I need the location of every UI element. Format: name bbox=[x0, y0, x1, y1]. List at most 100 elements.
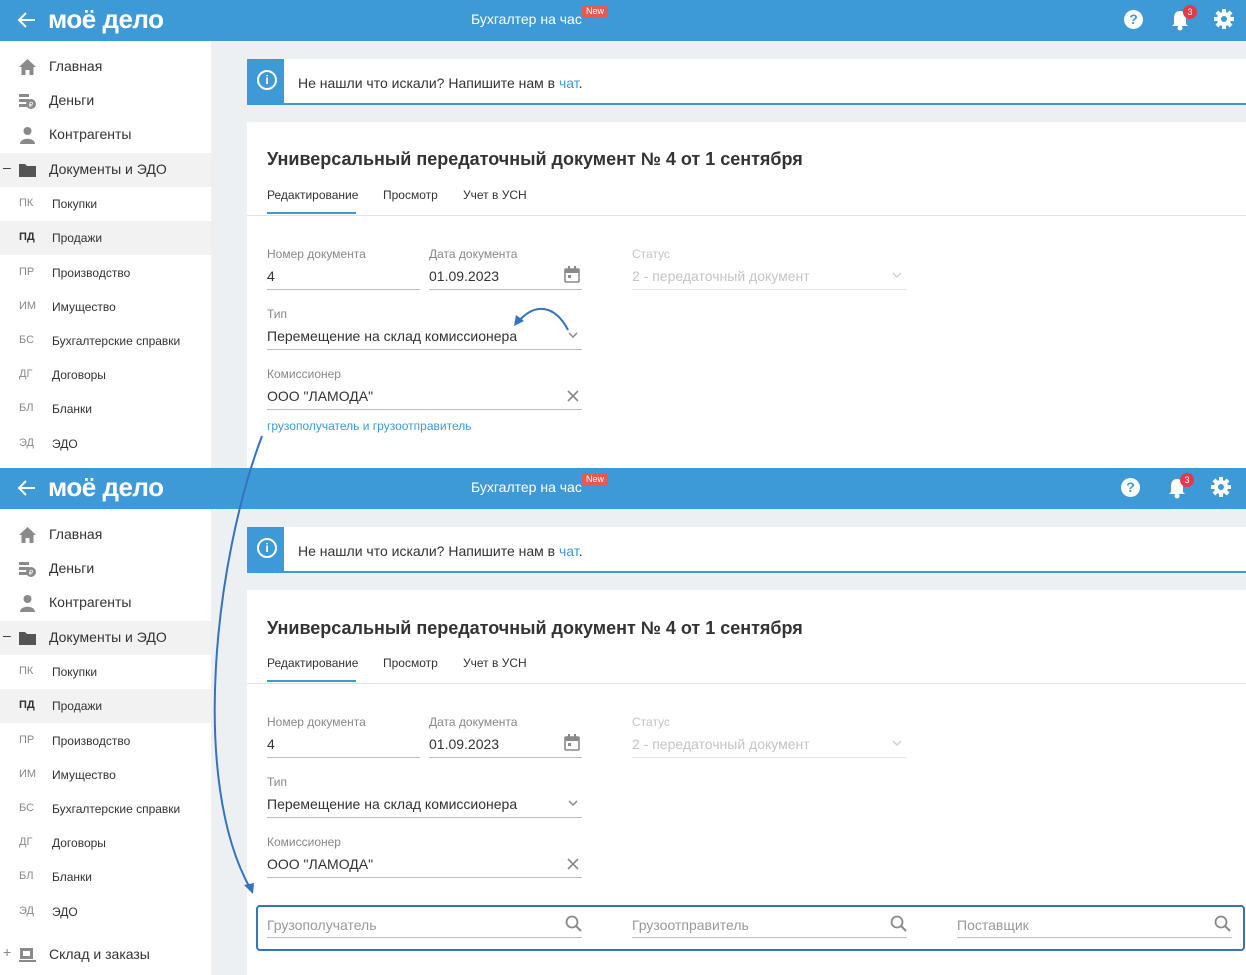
home-icon bbox=[19, 59, 36, 75]
chevron-down-icon[interactable] bbox=[568, 800, 578, 806]
notifications-badge: 3 bbox=[1180, 473, 1194, 487]
contractors-icon bbox=[20, 595, 35, 612]
status-underline bbox=[632, 757, 907, 758]
notifications-badge: 3 bbox=[1183, 5, 1197, 19]
info-underline bbox=[284, 571, 1246, 573]
chevron-down-icon bbox=[892, 272, 902, 278]
date-label: Дата документа bbox=[429, 715, 518, 729]
money-icon: ₽ bbox=[19, 562, 36, 577]
top-bar: моё дело Бухгалтер на час New ? 3 bbox=[0, 0, 1246, 41]
commissioner-label: Комиссионер bbox=[267, 835, 341, 849]
info-stripe: i bbox=[247, 527, 284, 573]
consignee-shipper-link[interactable]: грузополучатель и грузоотправитель bbox=[267, 419, 471, 433]
collapse-toggle[interactable]: – bbox=[3, 159, 11, 175]
number-input[interactable]: 4 bbox=[267, 736, 275, 752]
help-icon[interactable]: ? bbox=[1121, 478, 1140, 497]
number-underline bbox=[267, 757, 420, 758]
number-label: Номер документа bbox=[267, 715, 366, 729]
type-select[interactable]: Перемещение на склад комиссионера bbox=[267, 796, 517, 812]
back-arrow-icon[interactable] bbox=[15, 474, 39, 502]
type-label: Тип bbox=[267, 307, 288, 321]
sidebar-subitem-contracts[interactable]: ДГ Договоры bbox=[0, 358, 211, 392]
info-stripe: i bbox=[247, 59, 284, 105]
type-select[interactable]: Перемещение на склад комиссионера bbox=[267, 328, 517, 344]
type-underline bbox=[267, 817, 582, 818]
folder-icon bbox=[19, 164, 36, 177]
sidebar: Главная ₽ Деньги Контрагенты – Документы… bbox=[0, 41, 211, 468]
sidebar-item-home[interactable]: Главная bbox=[0, 518, 211, 552]
sidebar-subitem-purchases[interactable]: ПК Покупки bbox=[0, 655, 211, 689]
tab-edit[interactable]: Редактирование bbox=[267, 656, 358, 670]
sidebar-subitem-production[interactable]: ПР Производство bbox=[0, 256, 211, 290]
sidebar-subitem-forms[interactable]: БЛ Бланки bbox=[0, 392, 211, 426]
sidebar-item-home[interactable]: Главная bbox=[0, 50, 211, 84]
chat-link[interactable]: чат bbox=[559, 543, 579, 559]
sidebar-subitem-contracts[interactable]: ДГ Договоры bbox=[0, 826, 211, 860]
sidebar-item-contractors[interactable]: Контрагенты bbox=[0, 118, 211, 152]
money-icon: ₽ bbox=[19, 94, 36, 109]
chat-link[interactable]: чат bbox=[559, 75, 579, 91]
clear-icon[interactable] bbox=[567, 390, 579, 402]
sidebar-subitem-forms[interactable]: БЛ Бланки bbox=[0, 860, 211, 894]
sidebar-item-documents[interactable]: – Документы и ЭДО bbox=[0, 621, 211, 655]
back-arrow-icon[interactable] bbox=[15, 6, 39, 34]
new-badge: New bbox=[582, 5, 609, 18]
info-icon: i bbox=[257, 70, 277, 90]
sidebar-subitem-sales[interactable]: ПД Продажи bbox=[0, 221, 211, 255]
sidebar-item-documents[interactable]: – Документы и ЭДО bbox=[0, 153, 211, 187]
sidebar-item-warehouse[interactable]: + Склад и заказы bbox=[0, 938, 211, 972]
accountant-hour-link[interactable]: Бухгалтер на час bbox=[471, 11, 582, 27]
date-input[interactable]: 01.09.2023 bbox=[429, 736, 499, 752]
sidebar-subitem-accounting-notes[interactable]: БС Бухгалтерские справки bbox=[0, 792, 211, 826]
svg-text:₽: ₽ bbox=[29, 569, 34, 577]
help-icon[interactable]: ? bbox=[1124, 10, 1143, 29]
sidebar-subitem-accounting-notes[interactable]: БС Бухгалтерские справки bbox=[0, 324, 211, 358]
sidebar-item-money[interactable]: ₽ Деньги bbox=[0, 84, 211, 118]
tab-usn[interactable]: Учет в УСН bbox=[463, 188, 527, 202]
gear-icon[interactable] bbox=[1210, 476, 1232, 498]
commissioner-underline bbox=[267, 877, 582, 878]
commissioner-input[interactable]: ООО "ЛАМОДА" bbox=[267, 856, 373, 872]
contractors-icon bbox=[20, 127, 35, 144]
tab-preview[interactable]: Просмотр bbox=[383, 656, 438, 670]
sidebar-subitem-production[interactable]: ПР Производство bbox=[0, 724, 211, 758]
commissioner-label: Комиссионер bbox=[267, 367, 341, 381]
date-input[interactable]: 01.09.2023 bbox=[429, 268, 499, 284]
sidebar-item-contractors[interactable]: Контрагенты bbox=[0, 586, 211, 620]
info-banner: i Не нашли что искали? Напишите нам в ча… bbox=[247, 59, 1246, 105]
active-tab-indicator bbox=[267, 680, 356, 682]
status-label: Статус bbox=[632, 247, 670, 261]
commissioner-input[interactable]: ООО "ЛАМОДА" bbox=[267, 388, 373, 404]
info-underline bbox=[284, 103, 1246, 105]
chevron-down-icon bbox=[892, 740, 902, 746]
calendar-icon[interactable] bbox=[564, 266, 580, 283]
calendar-icon[interactable] bbox=[564, 734, 580, 751]
tab-preview[interactable]: Просмотр bbox=[383, 188, 438, 202]
collapse-toggle[interactable]: – bbox=[3, 627, 11, 643]
top-bar: моё дело Бухгалтер на час New ? 3 bbox=[0, 468, 1246, 509]
sidebar-item-money[interactable]: ₽ Деньги bbox=[0, 552, 211, 586]
accountant-hour-link[interactable]: Бухгалтер на час bbox=[471, 479, 582, 495]
sidebar-subitem-edo[interactable]: ЭД ЭДО bbox=[0, 895, 211, 929]
sidebar-subitem-sales[interactable]: ПД Продажи bbox=[0, 689, 211, 723]
number-input[interactable]: 4 bbox=[267, 268, 275, 284]
logo[interactable]: моё дело bbox=[48, 4, 164, 34]
date-underline bbox=[429, 757, 582, 758]
sidebar-subitem-property[interactable]: ИМ Имущество bbox=[0, 758, 211, 792]
chevron-down-icon[interactable] bbox=[568, 332, 578, 338]
highlight-box bbox=[256, 905, 1245, 951]
sidebar-subitem-purchases[interactable]: ПК Покупки bbox=[0, 187, 211, 221]
tab-usn[interactable]: Учет в УСН bbox=[463, 656, 527, 670]
status-underline bbox=[632, 289, 907, 290]
document-card: Универсальный передаточный документ № 4 … bbox=[247, 122, 1246, 468]
commissioner-underline bbox=[267, 409, 582, 410]
sidebar-subitem-edo[interactable]: ЭД ЭДО bbox=[0, 427, 211, 461]
clear-icon[interactable] bbox=[567, 858, 579, 870]
tab-edit[interactable]: Редактирование bbox=[267, 188, 358, 202]
logo[interactable]: моё дело bbox=[48, 472, 164, 502]
gear-icon[interactable] bbox=[1213, 8, 1235, 30]
sidebar-subitem-property[interactable]: ИМ Имущество bbox=[0, 290, 211, 324]
expand-toggle[interactable]: + bbox=[3, 944, 11, 960]
number-underline bbox=[267, 289, 420, 290]
sidebar: Главная ₽ Деньги Контрагенты – Документы… bbox=[0, 509, 211, 975]
